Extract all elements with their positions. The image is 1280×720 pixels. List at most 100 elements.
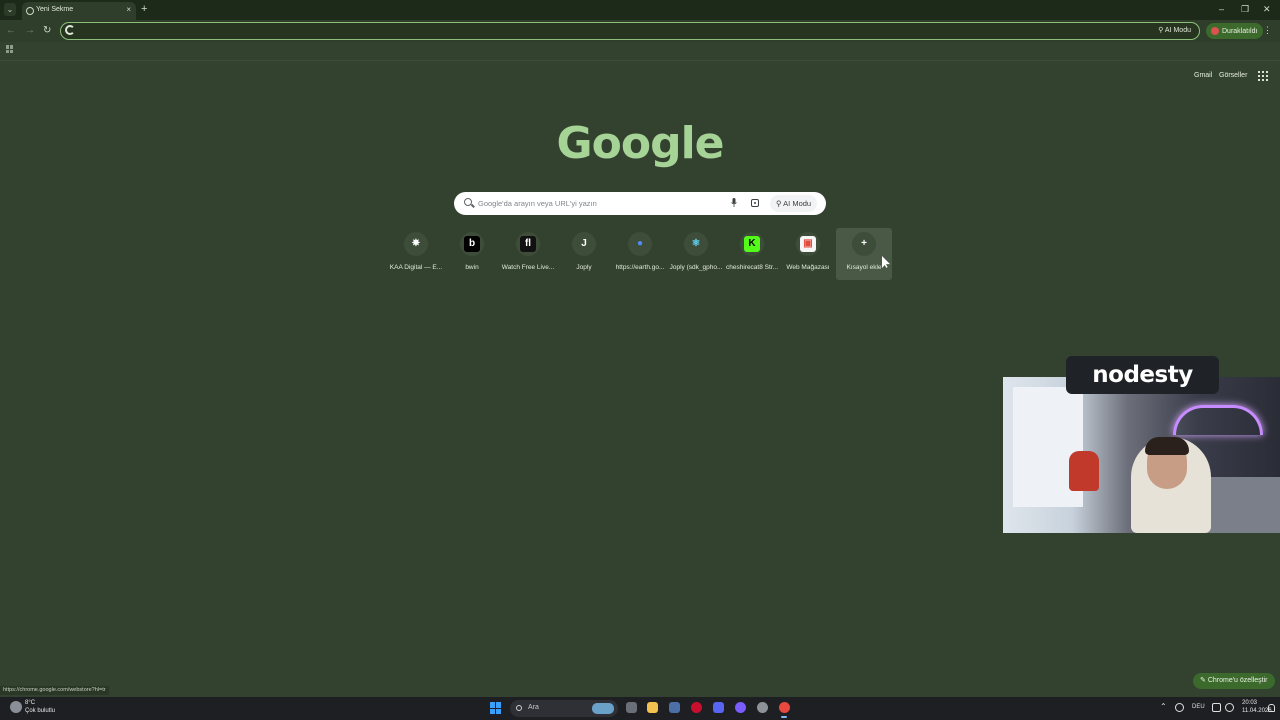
opera-icon[interactable] bbox=[691, 702, 702, 713]
maximize-button[interactable]: ❐ bbox=[1241, 4, 1249, 14]
file-explorer-icon[interactable] bbox=[647, 702, 658, 713]
tab-close-icon[interactable]: × bbox=[126, 5, 131, 14]
shortcut-tile[interactable]: fl Watch Free Live... bbox=[500, 228, 556, 280]
task-view-icon[interactable] bbox=[626, 702, 637, 713]
add-shortcut-button[interactable]: + Kısayol ekle bbox=[836, 228, 892, 280]
shortcut-icon-circle: ● bbox=[628, 232, 652, 256]
plus-icon: + bbox=[861, 238, 867, 249]
browser-toolbar: ← → ↻ ⚲ AI Modu Duraklatıldı ⋮ bbox=[0, 20, 1280, 42]
tab-search-button[interactable]: ⌄ bbox=[4, 3, 16, 16]
app-icon-2[interactable] bbox=[757, 702, 768, 713]
shortcut-tile[interactable]: Kcheshirecat8 Str... bbox=[724, 228, 780, 280]
chrome-icon bbox=[26, 7, 34, 15]
weather-temperature: 8°C bbox=[25, 700, 36, 706]
shortcut-tile[interactable]: ✵ KAA Digital — E... bbox=[388, 228, 444, 280]
shortcut-label: Joply (sdk_gpho... bbox=[669, 264, 723, 271]
shortcut-tile[interactable]: ▣ Web Mağazası bbox=[780, 228, 836, 280]
notification-bell-icon[interactable] bbox=[1268, 704, 1275, 712]
address-bar[interactable]: ⚲ AI Modu bbox=[60, 22, 1200, 40]
shortcut-label: KAA Digital — E... bbox=[389, 264, 443, 271]
omnibox-ai-mode-label: AI Modu bbox=[1164, 27, 1191, 34]
google-apps-icon[interactable] bbox=[1258, 71, 1268, 81]
shortcut-tile[interactable]: b bwin bbox=[444, 228, 500, 280]
shortcut-label: https://earth.go... bbox=[615, 264, 665, 271]
windows-start-icon[interactable] bbox=[490, 702, 502, 714]
ai-mode-label: AI Modu bbox=[783, 199, 812, 208]
search-input[interactable] bbox=[478, 196, 718, 211]
customize-chrome-button[interactable]: ✎ Chrome'u özelleştir bbox=[1193, 673, 1275, 689]
input-language[interactable]: DEU bbox=[1192, 704, 1205, 710]
minimize-button[interactable]: – bbox=[1219, 4, 1224, 14]
chrome-taskbar-icon[interactable] bbox=[779, 702, 790, 713]
shortcut-icon-circle: ✵ bbox=[404, 232, 428, 256]
camera-lens-icon[interactable] bbox=[751, 199, 759, 207]
tab-new-tab[interactable]: Yeni Sekme × bbox=[22, 2, 136, 20]
shortcut-icon-circle: fl bbox=[516, 232, 540, 256]
webcam-figure bbox=[1069, 451, 1099, 491]
menu-icon[interactable]: ⋮ bbox=[1263, 25, 1272, 35]
windows-taskbar: 8°C Çok bulutlu Ara ⌃ DEU 20:03 11.04.20… bbox=[0, 697, 1280, 720]
status-bubble: https://chrome.google.com/webstore?hl=tr bbox=[0, 686, 109, 695]
google-logo: Google bbox=[556, 118, 725, 169]
streamer-logo: nodesty bbox=[1066, 356, 1219, 394]
tab-strip: ⌄ Yeni Sekme × + – ❐ ✕ bbox=[0, 0, 1280, 20]
kick-icon: K bbox=[744, 236, 760, 252]
shortcut-tile[interactable]: ⚛ Joply (sdk_gpho... bbox=[668, 228, 724, 280]
back-button[interactable]: ← bbox=[6, 25, 16, 37]
google-g-icon bbox=[65, 25, 75, 35]
close-window-button[interactable]: ✕ bbox=[1263, 4, 1271, 14]
omnibox-ai-mode-button[interactable]: ⚲ AI Modu bbox=[1158, 26, 1191, 34]
paused-label: Duraklatıldı bbox=[1222, 27, 1258, 35]
shortcut-label: cheshirecat8 Str... bbox=[725, 264, 779, 271]
shortcut-icon-circle: ⚛ bbox=[684, 232, 708, 256]
shortcut-label: Joply bbox=[576, 264, 592, 271]
shortcut-tile[interactable]: J Joply bbox=[556, 228, 612, 280]
shortcut-icon-circle: ▣ bbox=[796, 232, 820, 256]
app-icon[interactable] bbox=[735, 702, 746, 713]
reload-button[interactable]: ↻ bbox=[43, 25, 51, 37]
profile-avatar-icon bbox=[1211, 27, 1219, 35]
shortcut-tile[interactable]: ● https://earth.go... bbox=[612, 228, 668, 280]
weather-icon[interactable] bbox=[10, 701, 22, 713]
active-app-indicator bbox=[781, 716, 787, 718]
tray-app-icon[interactable] bbox=[1175, 703, 1184, 712]
webstore-icon: ▣ bbox=[800, 236, 816, 252]
shortcut-label: Web Mağazası bbox=[786, 264, 830, 271]
clock-time[interactable]: 20:03 bbox=[1242, 700, 1257, 706]
shortcut-icon-circle: + bbox=[852, 232, 876, 256]
bookmarks-divider bbox=[0, 60, 1280, 61]
bwin-icon: b bbox=[464, 236, 480, 252]
ai-mode-button[interactable]: ⚲ AI Modu bbox=[770, 195, 818, 212]
images-link[interactable]: Görseller bbox=[1219, 72, 1247, 79]
joply-icon: J bbox=[581, 238, 587, 249]
shortcut-label: Watch Free Live... bbox=[501, 264, 555, 271]
weather-description: Çok bulutlu bbox=[25, 708, 56, 714]
taskbar-search-label: Ara bbox=[528, 704, 539, 711]
watch-icon: fl bbox=[520, 236, 536, 252]
shortcut-tiles: ✵ KAA Digital — E... b bwin fl Watch Free Liv… bbox=[388, 228, 892, 280]
webcam-overlay bbox=[1003, 377, 1280, 533]
store-icon[interactable] bbox=[669, 702, 680, 713]
webcam-bed bbox=[1203, 477, 1280, 533]
react-icon: ⚛ bbox=[691, 238, 701, 249]
taskbar-search[interactable]: Ara bbox=[510, 700, 618, 717]
search-box: ⚲ AI Modu bbox=[454, 192, 826, 215]
search-highlight-icon bbox=[592, 703, 614, 714]
google-earth-icon: ● bbox=[636, 238, 644, 249]
profile-paused-button[interactable]: Duraklatıldı bbox=[1206, 23, 1264, 39]
discord-icon[interactable] bbox=[713, 702, 724, 713]
apps-shortcut-icon[interactable] bbox=[6, 45, 14, 53]
shortcut-label: bwin bbox=[465, 264, 479, 271]
forward-button[interactable]: → bbox=[25, 25, 35, 37]
gmail-link[interactable]: Gmail bbox=[1194, 72, 1212, 79]
volume-icon[interactable] bbox=[1225, 703, 1234, 712]
tab-title: Yeni Sekme bbox=[36, 6, 74, 13]
tray-chevron-icon[interactable]: ⌃ bbox=[1160, 702, 1167, 711]
network-icon[interactable] bbox=[1212, 703, 1221, 712]
new-tab-button[interactable]: + bbox=[141, 3, 147, 15]
customize-label: Chrome'u özelleştir bbox=[1207, 677, 1268, 684]
webcam-neon-light bbox=[1173, 405, 1263, 435]
search-icon bbox=[464, 198, 472, 206]
microphone-icon[interactable] bbox=[731, 198, 737, 207]
shortcut-icon-circle: b bbox=[460, 232, 484, 256]
